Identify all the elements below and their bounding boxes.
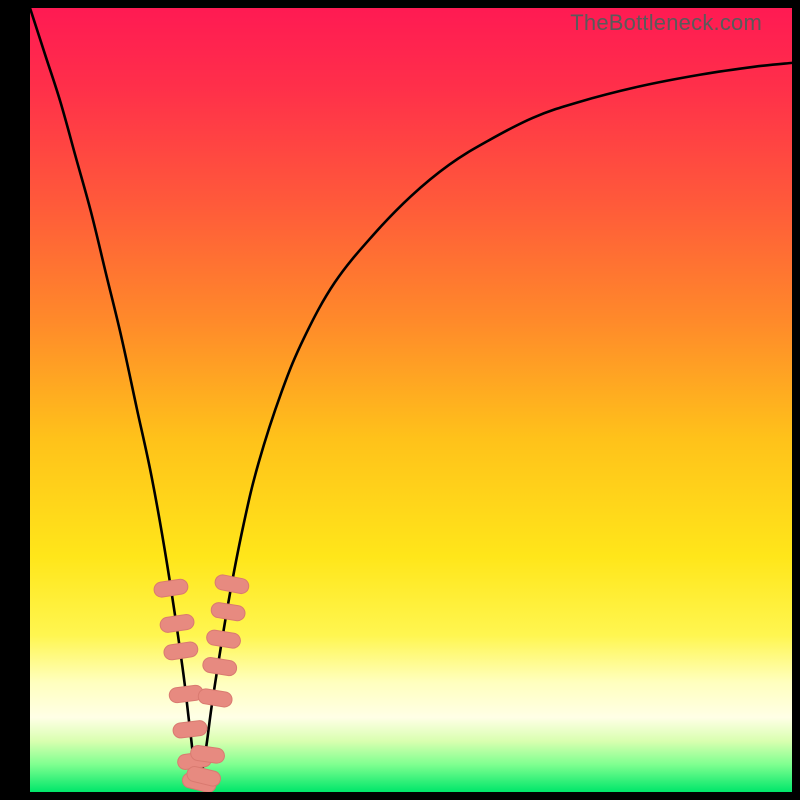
chart-frame: TheBottleneck.com xyxy=(0,0,800,800)
marker-capsule xyxy=(214,574,250,595)
watermark-text: TheBottleneck.com xyxy=(570,10,762,36)
marker-capsule xyxy=(202,656,238,676)
bottleneck-curve xyxy=(30,8,792,785)
marker-capsule xyxy=(153,578,189,598)
curve-layer xyxy=(30,8,792,792)
marker-capsule xyxy=(172,720,208,739)
marker-capsule xyxy=(197,688,233,708)
marker-capsule xyxy=(206,629,242,649)
marker-capsule xyxy=(159,614,195,634)
marker-capsule xyxy=(210,602,246,622)
highlighted-points xyxy=(153,574,250,792)
marker-capsule xyxy=(163,641,199,661)
plot-area xyxy=(30,8,792,792)
